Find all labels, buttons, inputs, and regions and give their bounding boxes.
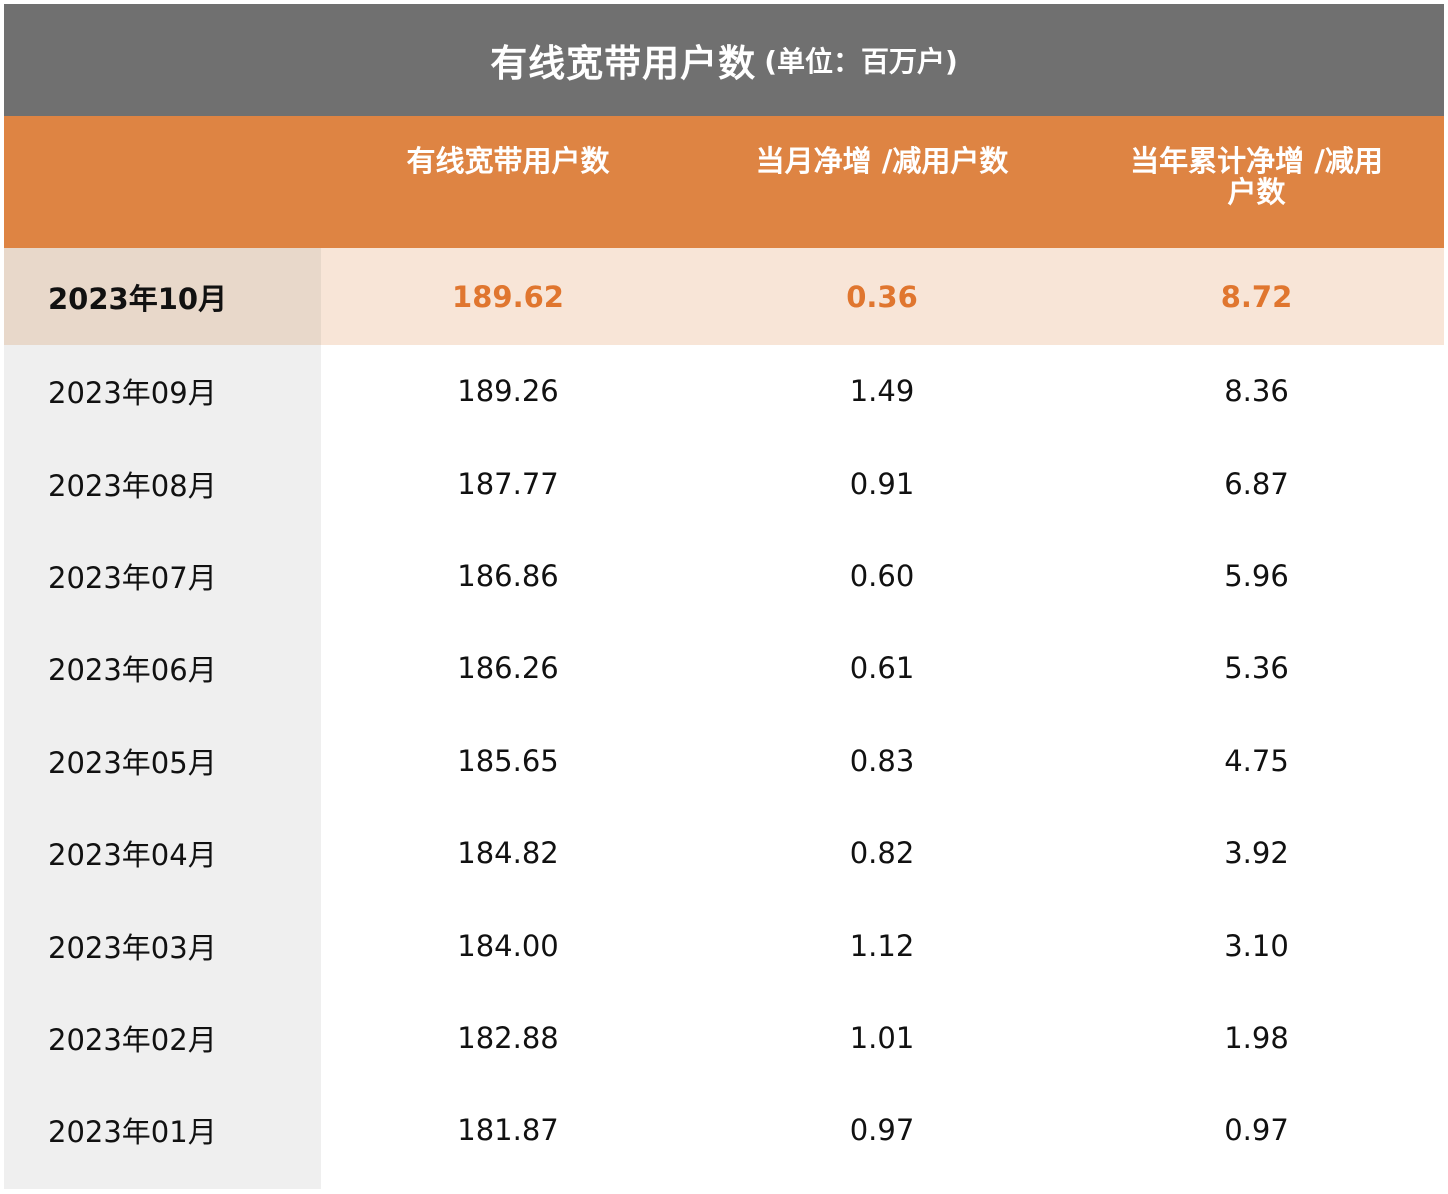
monthly-change-cell: 0.36	[695, 248, 1069, 345]
monthly-change-cell: 0.91	[695, 437, 1069, 530]
users-cell: 186.26	[321, 622, 695, 715]
users-cell: 184.82	[321, 806, 695, 900]
users-cell: 181.87	[321, 1084, 695, 1177]
ytd-change-cell: 5.36	[1069, 622, 1444, 715]
month-cell: 2023年01月	[4, 1084, 321, 1177]
month-cell: 2023年05月	[4, 714, 321, 807]
first-column-tail	[4, 1176, 321, 1189]
ytd-change-cell: 6.87	[1069, 437, 1444, 530]
ytd-change-cell: 4.75	[1069, 714, 1444, 807]
ytd-change-cell: 8.36	[1069, 345, 1444, 438]
ytd-change-cell: 1.98	[1069, 991, 1444, 1085]
table-row: 2023年03月 184.00 1.12 3.10	[4, 899, 1444, 992]
users-cell: 186.86	[321, 529, 695, 623]
table-row: 2023年05月 185.65 0.83 4.75	[4, 714, 1444, 807]
month-cell: 2023年09月	[4, 345, 321, 438]
table-row: 2023年06月 186.26 0.61 5.36	[4, 622, 1444, 715]
users-cell: 189.62	[321, 248, 695, 345]
ytd-change-cell: 5.96	[1069, 529, 1444, 623]
monthly-change-cell: 1.01	[695, 991, 1069, 1085]
ytd-change-cell: 3.10	[1069, 899, 1444, 992]
header-ytd-change: 当年累计净增 /减用户数	[1130, 144, 1383, 209]
monthly-change-cell: 1.49	[695, 345, 1069, 438]
broadband-users-table: 有线宽带用户数 (单位：百万户) 有线宽带用户数 当月净增 /减用户数 当年累计…	[4, 4, 1444, 1189]
table-row: 2023年02月 182.88 1.01 1.98	[4, 991, 1444, 1085]
ytd-change-cell: 8.72	[1069, 248, 1444, 345]
users-cell: 185.65	[321, 714, 695, 807]
table-unit-label: (单位：百万户)	[764, 45, 958, 78]
month-cell: 2023年06月	[4, 622, 321, 715]
month-cell: 2023年08月	[4, 437, 321, 530]
month-cell: 2023年03月	[4, 899, 321, 992]
users-cell: 182.88	[321, 991, 695, 1085]
table-row: 2023年01月 181.87 0.97 0.97	[4, 1084, 1444, 1177]
table-row: 2023年09月 189.26 1.49 8.36	[4, 345, 1444, 438]
header-monthly-change: 当月净增 /减用户数	[755, 144, 1009, 178]
table-row: 2023年07月 186.86 0.60 5.96	[4, 529, 1444, 623]
month-cell: 2023年04月	[4, 806, 321, 900]
monthly-change-cell: 0.60	[695, 529, 1069, 623]
header-users: 有线宽带用户数	[406, 144, 610, 178]
monthly-change-cell: 0.82	[695, 806, 1069, 900]
month-cell: 2023年10月	[4, 248, 321, 345]
month-cell: 2023年02月	[4, 991, 321, 1085]
table-header-row: 有线宽带用户数 当月净增 /减用户数 当年累计净增 /减用户数	[4, 116, 1444, 248]
table-row: 2023年08月 187.77 0.91 6.87	[4, 437, 1444, 530]
users-cell: 189.26	[321, 345, 695, 438]
monthly-change-cell: 0.97	[695, 1084, 1069, 1177]
monthly-change-cell: 1.12	[695, 899, 1069, 992]
table-row: 2023年04月 184.82 0.82 3.92	[4, 806, 1444, 900]
ytd-change-cell: 3.92	[1069, 806, 1444, 900]
table-row: 2023年10月 189.62 0.36 8.72	[4, 248, 1444, 345]
users-cell: 187.77	[321, 437, 695, 530]
table-title-bar: 有线宽带用户数 (单位：百万户)	[4, 4, 1444, 116]
table-bottom-strip	[4, 1176, 1444, 1189]
month-cell: 2023年07月	[4, 529, 321, 623]
table-title: 有线宽带用户数	[490, 42, 757, 85]
table-body: 2023年10月 189.62 0.36 8.72 2023年09月 189.2…	[4, 248, 1444, 1189]
ytd-change-cell: 0.97	[1069, 1084, 1444, 1177]
users-cell: 184.00	[321, 899, 695, 992]
monthly-change-cell: 0.83	[695, 714, 1069, 807]
monthly-change-cell: 0.61	[695, 622, 1069, 715]
header-month	[4, 116, 321, 248]
